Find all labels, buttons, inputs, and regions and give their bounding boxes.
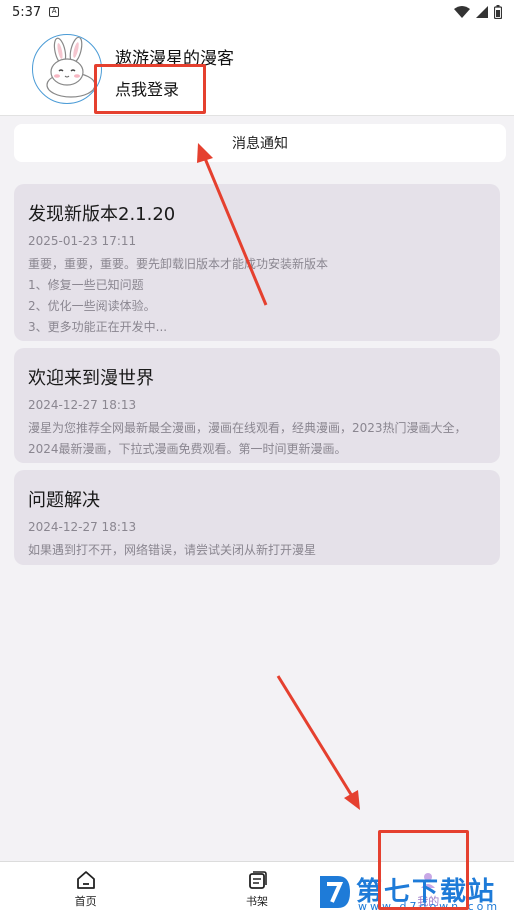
card-line: 重要，重要，重要。要先卸载旧版本才能成功安装新版本: [28, 257, 329, 271]
nav-shelf-label: 书架: [245, 894, 268, 908]
signal-icon: [476, 6, 488, 18]
rabbit-avatar-icon: [46, 36, 96, 98]
nav-shelf[interactable]: 书架: [171, 862, 342, 915]
bookshelf-icon: [249, 870, 267, 889]
card-line: 2、优化一些阅读体验。: [28, 299, 156, 313]
annotation-box-mine: [378, 830, 469, 910]
nav-home[interactable]: 首页: [0, 862, 171, 915]
avatar[interactable]: [32, 34, 102, 104]
status-right-icons: [454, 5, 502, 19]
annotation-box-login: [94, 64, 206, 114]
message-card[interactable]: 问题解决 2024-12-27 18:13 如果遇到打不开，网络错误，请尝试关闭…: [14, 470, 500, 565]
card-line: 如果遇到打不开，网络错误，请尝试关闭从新打开漫星: [28, 543, 317, 557]
notification-a-icon: A: [49, 7, 60, 17]
battery-icon: [494, 5, 502, 19]
card-line: 2024最新漫画，下拉式漫画免费观看。第一时间更新漫画。: [28, 442, 347, 456]
card-title: 发现新版本2.1.20: [28, 204, 176, 225]
arrow-to-mine: [276, 675, 360, 810]
card-line: 3、更多功能正在开发中...: [28, 320, 168, 334]
notice-bar[interactable]: 消息通知: [14, 124, 506, 162]
card-line: 漫星为您推荐全网最新最全漫画，漫画在线观看，经典漫画，2023热门漫画大全，: [28, 421, 467, 435]
card-date: 2024-12-27 18:13: [28, 520, 137, 534]
message-card[interactable]: 发现新版本2.1.20 2025-01-23 17:11 重要，重要，重要。要先…: [14, 184, 500, 341]
wifi-icon: [454, 6, 470, 18]
card-date: 2025-01-23 17:11: [28, 234, 137, 248]
card-title: 欢迎来到漫世界: [28, 368, 154, 389]
notice-label: 消息通知: [232, 136, 288, 152]
status-time: 5:37: [12, 4, 42, 20]
profile-header: 遨游漫星的漫客 点我登录: [0, 24, 514, 116]
home-icon: [76, 870, 95, 889]
message-card[interactable]: 欢迎来到漫世界 2024-12-27 18:13 漫星为您推荐全网最新最全漫画，…: [14, 348, 500, 463]
card-title: 问题解决: [28, 490, 100, 511]
card-line: 1、修复一些已知问题: [28, 278, 144, 292]
d7-logo-icon: [320, 875, 350, 908]
card-date: 2024-12-27 18:13: [28, 398, 137, 412]
status-bar: 5:37 A: [0, 0, 514, 24]
nav-home-label: 首页: [74, 894, 97, 908]
